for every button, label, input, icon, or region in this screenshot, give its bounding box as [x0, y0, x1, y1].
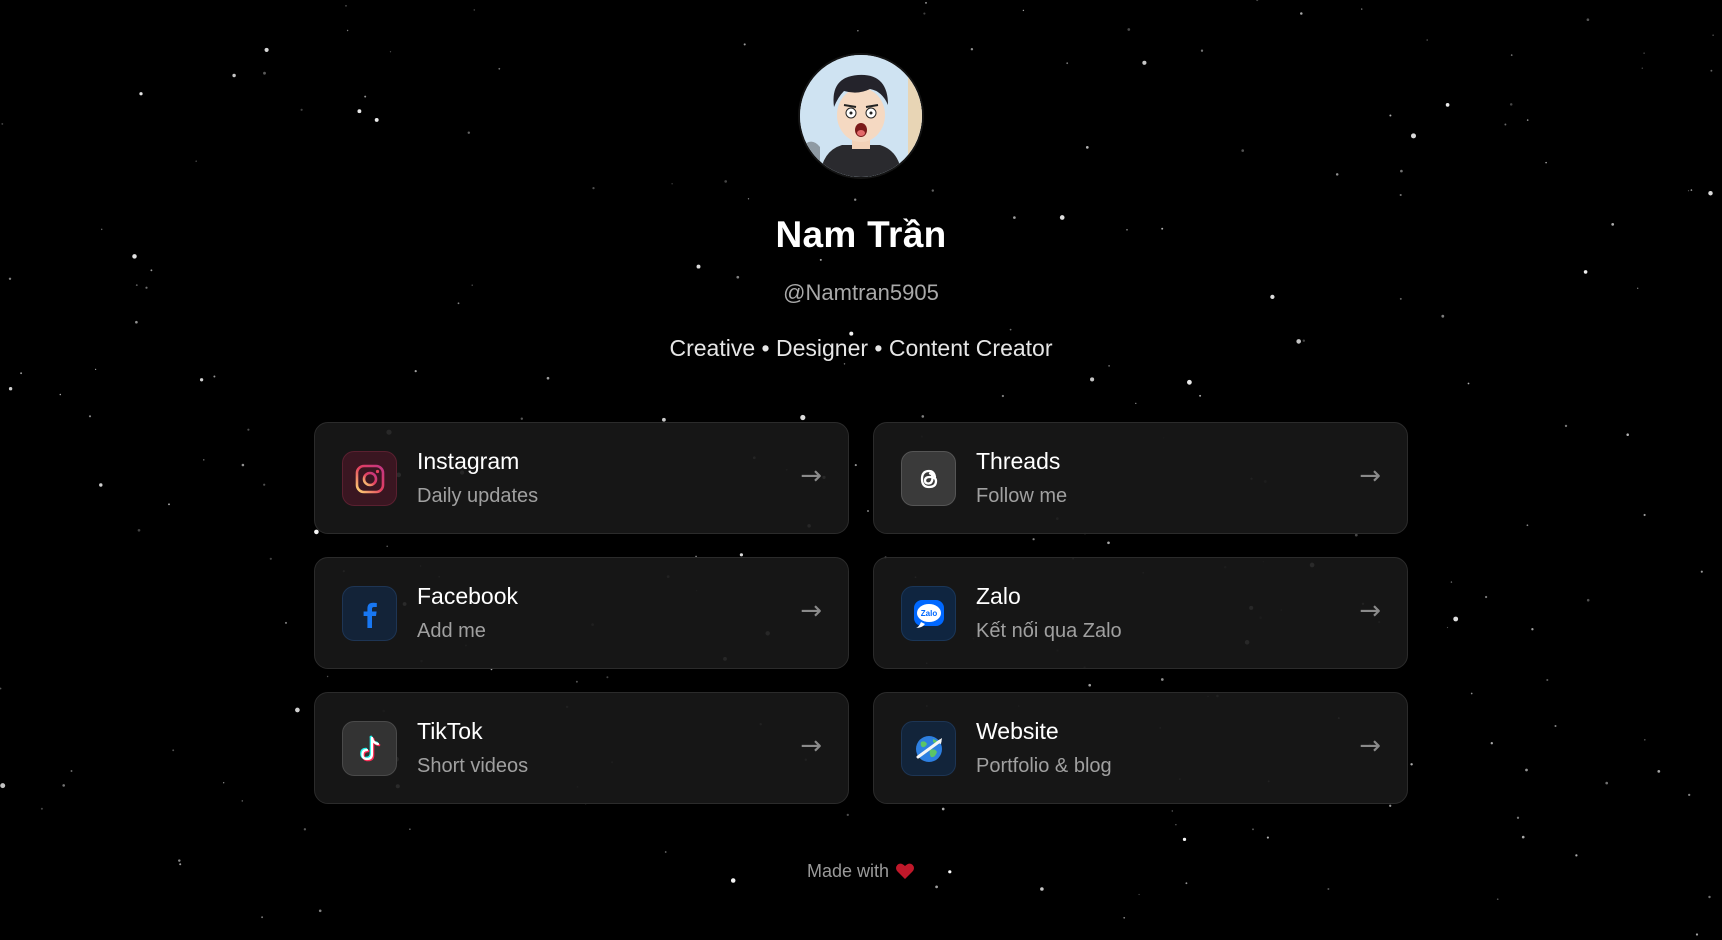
profile-bio: Creative • Designer • Content Creator — [669, 335, 1053, 361]
profile-handle: @Namtran5905 — [783, 280, 939, 305]
link-title: Facebook — [417, 583, 519, 609]
arrow-right-icon: → — [1359, 596, 1381, 626]
link-subtitle: Follow me — [976, 485, 1068, 507]
link-card-instagram[interactable]: Instagram Daily updates → — [314, 422, 849, 534]
zalo-icon: Zalo — [901, 586, 956, 641]
arrow-right-icon: → — [800, 731, 822, 761]
heart-icon — [895, 862, 915, 885]
link-title: Threads — [976, 448, 1061, 474]
link-card-threads[interactable]: Threads Follow me → — [873, 422, 1408, 534]
profile-name: Nam Trần — [775, 214, 947, 255]
tiktok-icon — [342, 721, 397, 776]
link-card-zalo[interactable]: Zalo Zalo Kết nối qua Zalo → — [873, 557, 1408, 669]
threads-icon — [901, 451, 956, 506]
link-card-website[interactable]: Website Portfolio & blog → — [873, 692, 1408, 804]
link-subtitle: Short videos — [417, 755, 529, 777]
link-title: Website — [976, 718, 1059, 744]
link-title: TikTok — [417, 718, 483, 744]
arrow-right-icon: → — [800, 596, 822, 626]
avatar-illustration — [800, 55, 922, 177]
link-subtitle: Daily updates — [417, 485, 539, 507]
avatar — [800, 55, 922, 177]
link-title: Zalo — [976, 583, 1021, 609]
link-card-tiktok[interactable]: TikTok Short videos → — [314, 692, 849, 804]
footer: Made with — [0, 861, 1722, 885]
facebook-icon — [342, 586, 397, 641]
page: Nam Trần @Namtran5905 Creative • Designe… — [0, 0, 1722, 940]
link-card-facebook[interactable]: Facebook Add me → — [314, 557, 849, 669]
link-subtitle: Add me — [417, 620, 486, 642]
link-subtitle: Portfolio & blog — [976, 755, 1112, 777]
zalo-logo-text: Zalo — [920, 609, 937, 618]
arrow-right-icon: → — [800, 461, 822, 491]
footer-text: Made with — [806, 861, 890, 881]
instagram-icon — [342, 451, 397, 506]
link-subtitle: Kết nối qua Zalo — [976, 620, 1122, 642]
profile-content: Nam Trần @Namtran5905 Creative • Designe… — [0, 0, 1722, 940]
arrow-right-icon: → — [1359, 461, 1381, 491]
link-title: Instagram — [417, 448, 520, 474]
arrow-right-icon: → — [1359, 731, 1381, 761]
globe-icon — [901, 721, 956, 776]
